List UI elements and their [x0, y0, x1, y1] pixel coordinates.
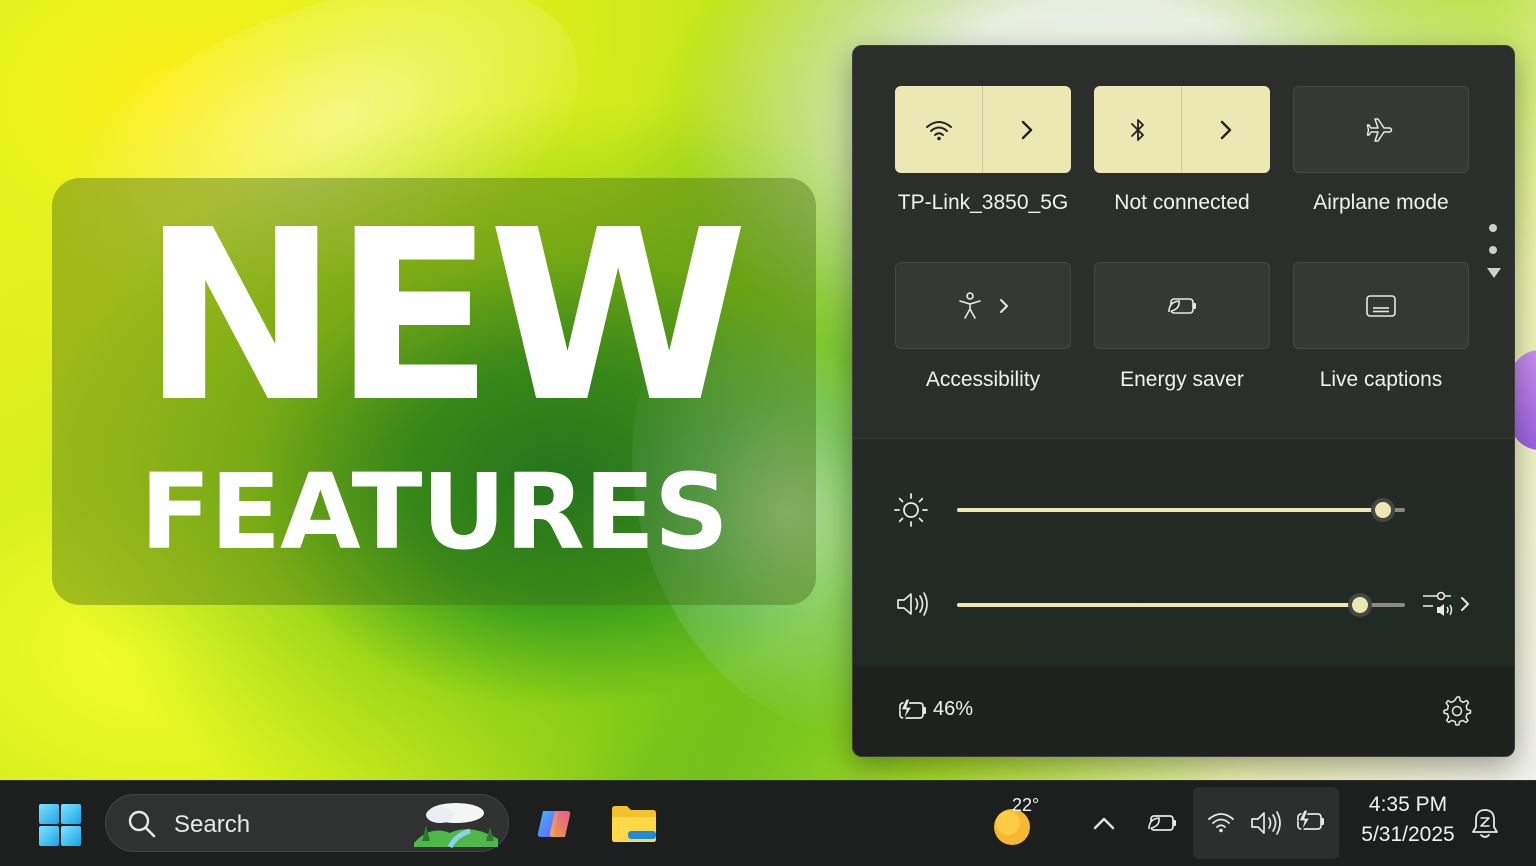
quick-settings-footer: 46% — [853, 666, 1514, 756]
notification-bell-icon[interactable] — [1470, 807, 1500, 841]
wifi-toggle[interactable] — [895, 86, 983, 173]
battery-charging-icon — [1297, 809, 1324, 833]
windows-start-icon[interactable] — [38, 803, 82, 847]
audio-mixer-icon — [1423, 591, 1453, 616]
quick-settings-pager[interactable] — [1487, 224, 1501, 278]
chevron-up-icon[interactable] — [1092, 815, 1116, 831]
brightness-slider-fill — [957, 508, 1383, 512]
folder-icon[interactable] — [610, 803, 658, 845]
battery-charging-icon — [899, 698, 926, 722]
search-icon — [128, 810, 156, 838]
chevron-right-icon — [1220, 120, 1232, 139]
volume-slider-fill — [957, 603, 1360, 607]
wifi-tile-label: TP-Link_3850_5G — [897, 191, 1069, 214]
accessibility-tile-label: Accessibility — [925, 368, 1041, 391]
brightness-slider-thumb[interactable] — [1371, 498, 1395, 522]
weather-widget[interactable]: 22° — [990, 795, 1050, 853]
volume-icon[interactable] — [895, 589, 931, 619]
bluetooth-icon — [1131, 118, 1144, 141]
volume-icon — [1251, 811, 1281, 835]
headline: NEW — [141, 179, 748, 454]
clock-date: 5/31/2025 — [1361, 823, 1455, 846]
quick-settings-tiles-area: TP-Link_3850_5G Not connected Airplane m… — [853, 46, 1514, 438]
brightness-row — [893, 490, 1483, 530]
bluetooth-tile-label: Not connected — [1114, 191, 1250, 214]
page-dot[interactable] — [1489, 224, 1497, 232]
accessibility-icon — [959, 291, 981, 319]
energy-saver-icon — [1168, 297, 1196, 314]
energy-saver-icon[interactable] — [1146, 810, 1180, 836]
system-tray-quick-settings-button[interactable] — [1193, 787, 1339, 859]
volume-slider-thumb[interactable] — [1348, 593, 1372, 617]
airplane-mode-tile-label: Airplane mode — [1313, 191, 1449, 214]
clock-time: 4:35 PM — [1368, 793, 1448, 816]
energy-saver-tile-label: Energy saver — [1120, 368, 1244, 391]
chevron-right-icon — [1021, 120, 1033, 139]
energy-saver-tile[interactable] — [1094, 262, 1270, 349]
volume-slider[interactable] — [957, 593, 1405, 617]
brightness-icon — [894, 493, 928, 527]
wifi-tile[interactable] — [895, 86, 1071, 173]
battery-status-button[interactable]: 46% — [895, 694, 1035, 728]
airplane-mode-tile[interactable] — [1293, 86, 1469, 173]
copilot-icon[interactable] — [535, 805, 573, 843]
audio-output-button[interactable] — [1421, 587, 1473, 621]
taskbar-search-box[interactable]: Search — [105, 794, 509, 852]
battery-percent: 46% — [933, 698, 974, 720]
search-placeholder: Search — [174, 811, 251, 838]
bluetooth-expand-button[interactable] — [1181, 86, 1270, 173]
wifi-icon — [926, 120, 952, 140]
chevron-right-icon — [1461, 597, 1469, 611]
chevron-right-icon — [1000, 298, 1008, 313]
volume-row — [893, 585, 1483, 625]
subheadline: FEATURES — [140, 451, 729, 573]
bluetooth-toggle[interactable] — [1094, 86, 1182, 173]
page-dot[interactable] — [1489, 246, 1497, 254]
wifi-expand-button[interactable] — [982, 86, 1071, 173]
brightness-slider[interactable] — [957, 498, 1405, 522]
accessibility-tile[interactable] — [895, 262, 1071, 349]
gear-icon[interactable] — [1442, 696, 1472, 726]
quick-settings-panel: TP-Link_3850_5G Not connected Airplane m… — [852, 45, 1515, 757]
captions-icon — [1366, 294, 1396, 317]
quick-settings-sliders-area — [853, 438, 1514, 667]
weather-temperature: 22° — [1012, 795, 1040, 815]
taskbar: Search 22° 4:35 PM 5/31/2025 — [0, 780, 1536, 866]
next-page-arrow-icon[interactable] — [1487, 268, 1501, 278]
airplane-icon — [1366, 117, 1393, 142]
wifi-icon — [1208, 813, 1234, 833]
live-captions-tile[interactable] — [1293, 262, 1469, 349]
landscape-icon[interactable] — [410, 799, 502, 849]
bluetooth-tile[interactable] — [1094, 86, 1270, 173]
live-captions-tile-label: Live captions — [1319, 368, 1443, 391]
